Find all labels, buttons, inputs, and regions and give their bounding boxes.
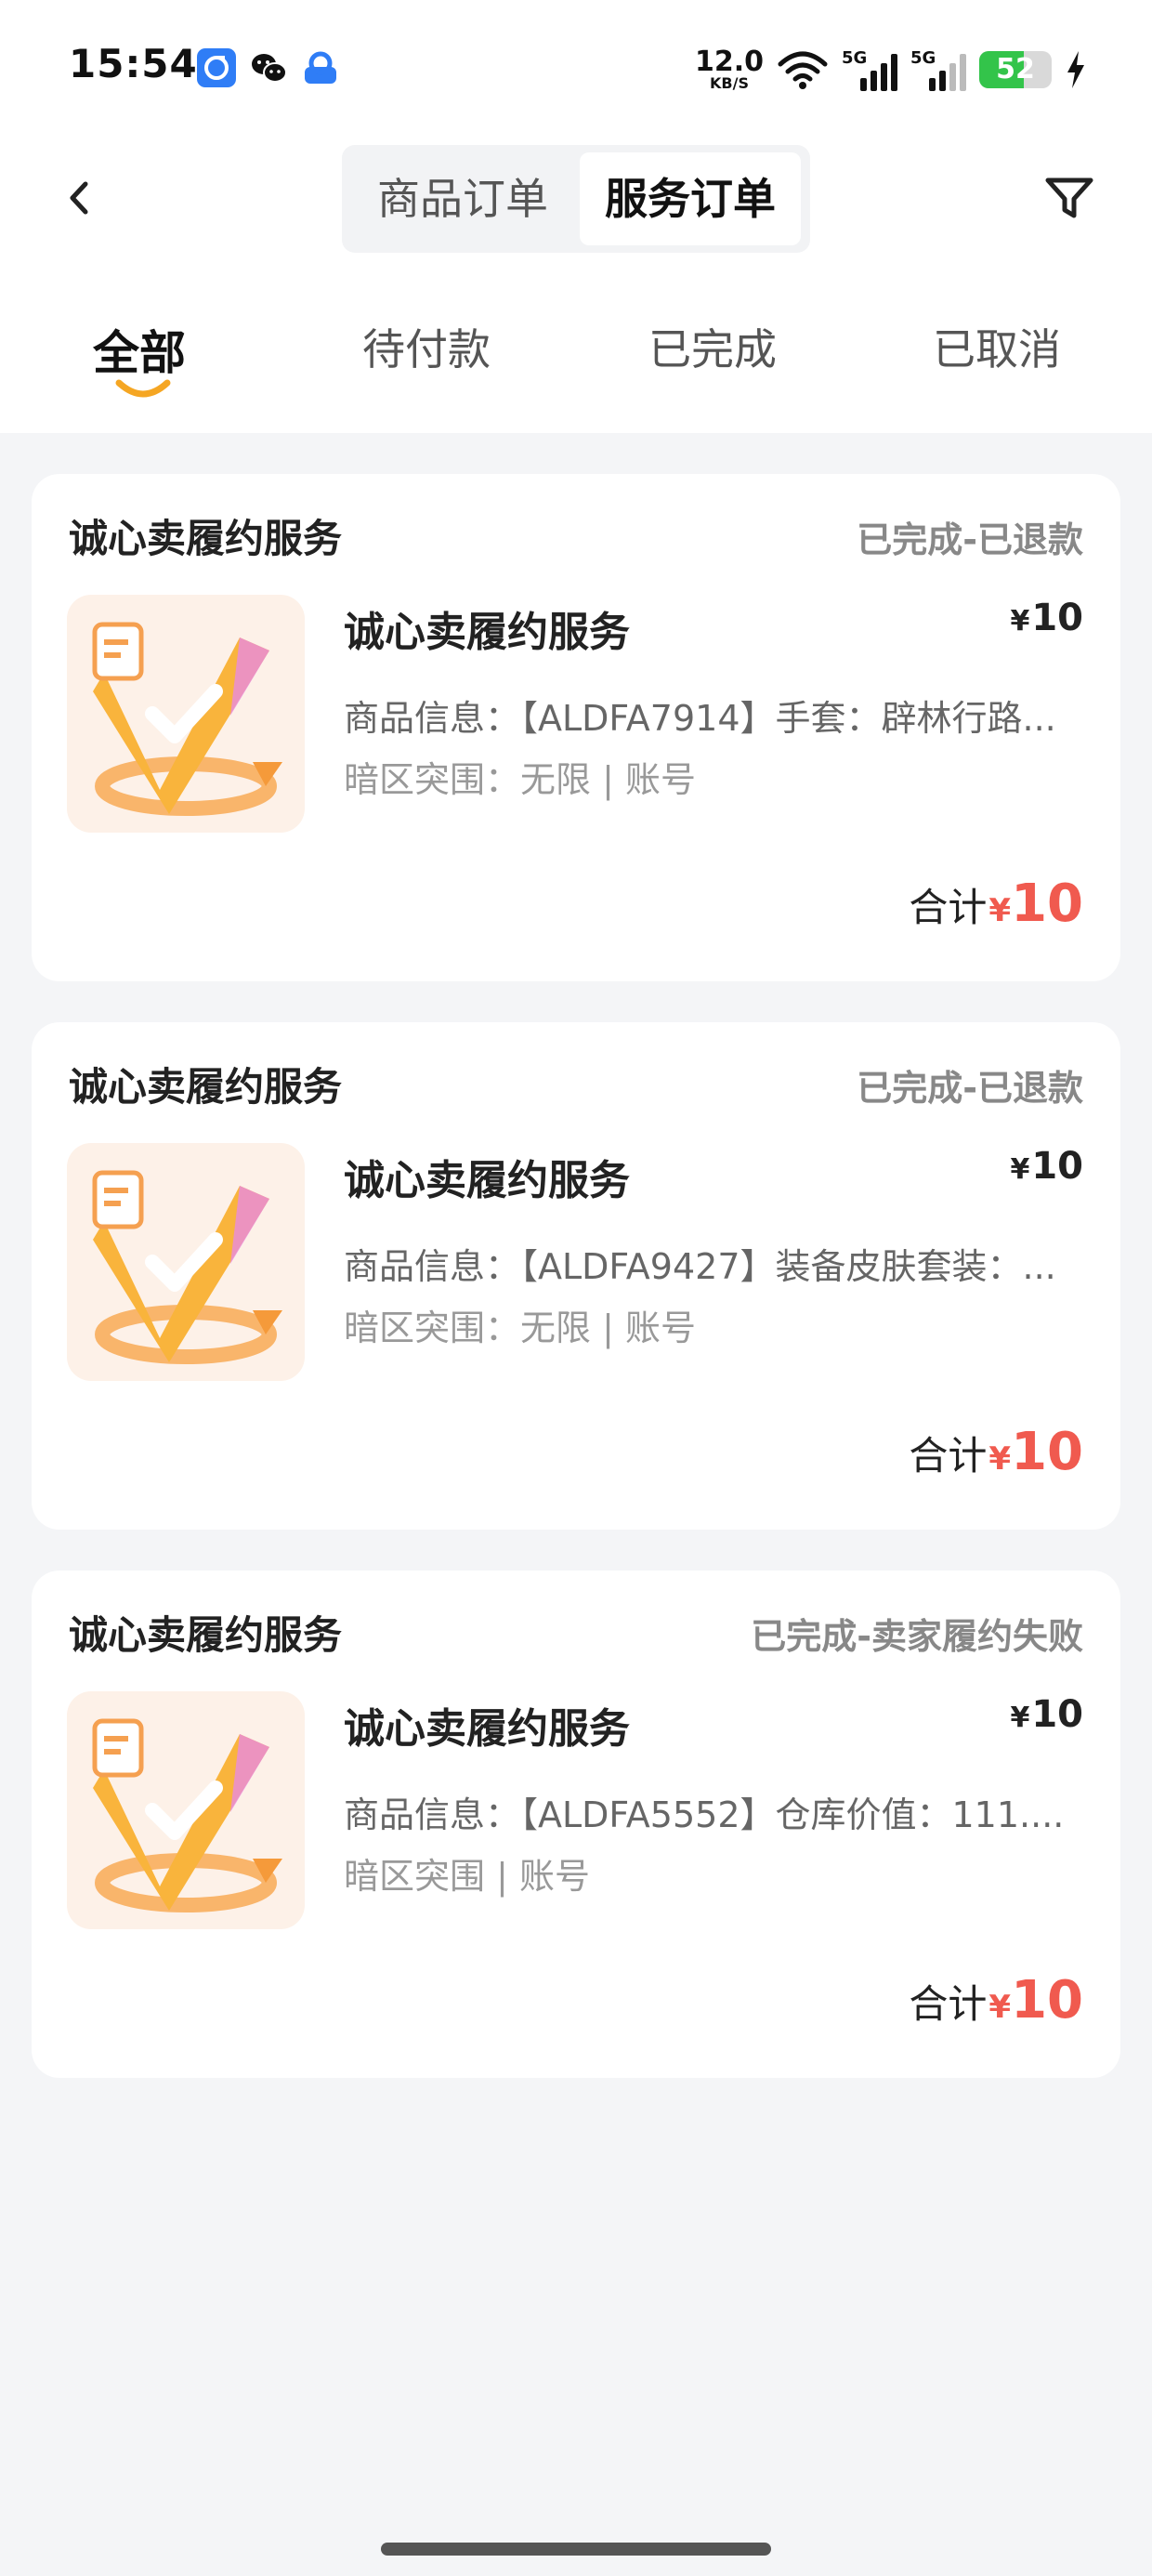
tab-completed[interactable]: 已完成 [648, 316, 777, 377]
total-symbol: ¥ [988, 892, 1012, 929]
active-tab-indicator [115, 379, 171, 398]
service-thumbnail [67, 1143, 305, 1381]
total-label: 合计 [909, 1981, 988, 2027]
order-price: ¥10 [1010, 1693, 1083, 1736]
check-badge-icon [92, 1170, 282, 1364]
order-game-info: 暗区突围：无限 | 账号 [344, 759, 696, 800]
chevron-left-icon [70, 181, 88, 215]
total-amount: 10 [1011, 1970, 1083, 2031]
order-status: 已完成-已退款 [857, 519, 1083, 560]
price-value: 10 [1031, 597, 1083, 639]
check-badge-icon [92, 622, 282, 816]
order-total: 合计 ¥ 10 [909, 1422, 1083, 1482]
order-shop-name: 诚心卖履约服务 [69, 516, 343, 561]
price-symbol: ¥ [1010, 605, 1030, 637]
back-button[interactable] [54, 165, 110, 230]
order-price: ¥10 [1010, 1145, 1083, 1188]
net-speed-value: 12.0 [694, 46, 764, 78]
battery-icon: 52 [979, 51, 1052, 88]
order-card[interactable]: 诚心卖履约服务 已完成-卖家履约失败 诚心卖履约服务 ¥10 商品信息：【ALD… [32, 1571, 1120, 2078]
total-symbol: ¥ [988, 1989, 1012, 2026]
price-value: 10 [1031, 1145, 1083, 1188]
total-label: 合计 [909, 885, 988, 930]
status-right: 12.0 KB/S 5G 5G 52 [695, 45, 1087, 95]
service-thumbnail [67, 595, 305, 833]
battery-level: 52 [996, 53, 1035, 85]
header: 商品订单 服务订单 [0, 139, 1152, 260]
signal-icon: 5G [910, 48, 966, 91]
order-status: 已完成-已退款 [857, 1068, 1083, 1109]
order-type-segment: 商品订单 服务订单 [342, 145, 810, 253]
order-game-info: 暗区突围：无限 | 账号 [344, 1308, 696, 1348]
order-card[interactable]: 诚心卖履约服务 已完成-已退款 诚心卖履约服务 ¥10 商品信息：【ALDFA9… [32, 1022, 1120, 1530]
order-product-info: 商品信息：【ALDFA9427】装备皮肤套装：... [344, 1246, 1056, 1287]
filter-button[interactable] [1037, 164, 1102, 229]
price-value: 10 [1031, 1693, 1083, 1736]
wifi-icon [778, 51, 828, 89]
order-status: 已完成-卖家履约失败 [751, 1616, 1083, 1657]
order-title: 诚心卖履约服务 [344, 1157, 630, 1204]
tab-cancelled[interactable]: 已取消 [933, 316, 1061, 377]
net-speed-unit: KB/S [710, 74, 749, 92]
order-card[interactable]: 诚心卖履约服务 已完成-已退款 诚心卖履约服务 ¥10 商品信息：【ALDFA7… [32, 474, 1120, 981]
order-product-info: 商品信息：【ALDFA5552】仓库价值：111.... [344, 1794, 1065, 1835]
total-amount: 10 [1011, 874, 1083, 934]
order-price: ¥10 [1010, 597, 1083, 639]
total-amount: 10 [1011, 1422, 1083, 1482]
status-time: 15:54 [69, 41, 198, 86]
tab-pending-payment[interactable]: 待付款 [362, 316, 491, 377]
order-shop-name: 诚心卖履约服务 [69, 1612, 343, 1658]
total-symbol: ¥ [988, 1440, 1012, 1478]
status-tabs: 全部 待付款 已完成 已取消 [0, 307, 1152, 409]
wechat-icon [249, 48, 288, 87]
total-label: 合计 [909, 1433, 988, 1479]
order-shop-name: 诚心卖履约服务 [69, 1064, 343, 1110]
segment-product-orders[interactable]: 商品订单 [351, 152, 574, 245]
order-total: 合计 ¥ 10 [909, 1970, 1083, 2031]
filter-icon [1045, 177, 1093, 218]
charging-icon [1067, 51, 1084, 88]
order-product-info: 商品信息：【ALDFA7914】手套：辟林行路... [344, 698, 1056, 739]
order-game-info: 暗区突围 | 账号 [344, 1856, 590, 1897]
tab-all[interactable]: 全部 [93, 316, 186, 383]
price-symbol: ¥ [1010, 1702, 1030, 1734]
net-speed: 12.0 KB/S [695, 48, 764, 91]
app-shield-icon [301, 48, 340, 87]
status-bar: 15:54 12.0 KB/S 5G 5G 52 [0, 0, 1152, 139]
service-thumbnail [67, 1691, 305, 1929]
segment-service-orders[interactable]: 服务订单 [580, 152, 801, 245]
check-badge-icon [92, 1718, 282, 1912]
order-title: 诚心卖履约服务 [344, 1705, 630, 1753]
home-indicator[interactable] [381, 2543, 771, 2556]
app-blue-icon [197, 48, 236, 87]
order-total: 合计 ¥ 10 [909, 874, 1083, 934]
order-title: 诚心卖履约服务 [344, 609, 630, 656]
signal-icon: 5G [842, 48, 897, 91]
price-symbol: ¥ [1010, 1153, 1030, 1186]
